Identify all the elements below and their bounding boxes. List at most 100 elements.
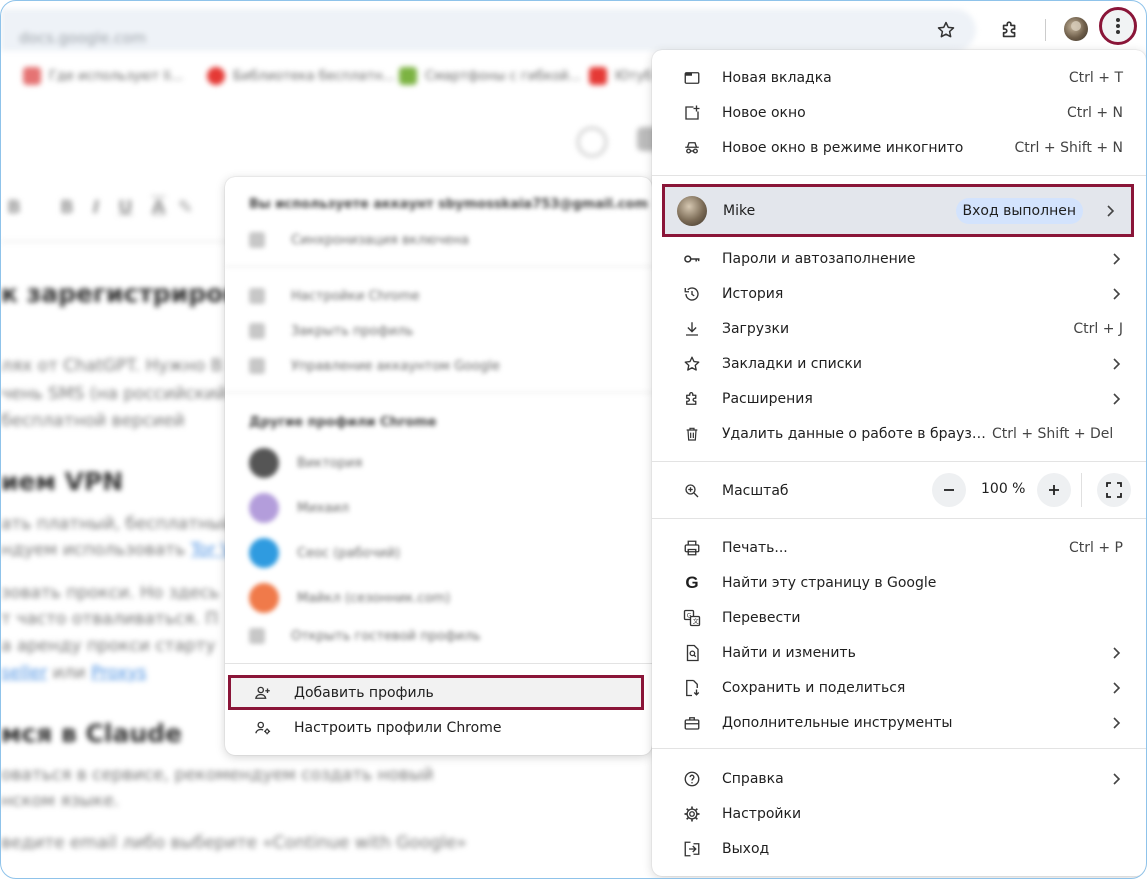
doc-heading: мся в Claude bbox=[1, 719, 182, 748]
passwords-item[interactable]: Пароли и автозаполнение bbox=[652, 241, 1146, 276]
customize-item[interactable]: Настройки Chrome bbox=[249, 288, 420, 304]
google-icon: G bbox=[685, 572, 699, 592]
doc-text: а аренду прокси старту bbox=[1, 636, 216, 656]
extensions-item[interactable]: Расширения bbox=[652, 381, 1146, 416]
new-window-item[interactable]: Новое окно Ctrl + N bbox=[652, 95, 1146, 130]
print-icon bbox=[682, 539, 702, 557]
add-profile-label: Добавить профиль bbox=[294, 684, 434, 701]
other-profile-item[interactable]: Майкл (сезонник.com) bbox=[249, 583, 450, 613]
manage-profiles-button[interactable]: Настроить профили Chrome bbox=[225, 710, 652, 745]
incognito-item[interactable]: Новое окно в режиме инкогнито Ctrl + Shi… bbox=[652, 130, 1146, 165]
exit-icon bbox=[682, 840, 702, 858]
separator bbox=[652, 175, 1146, 176]
zoom-out-button[interactable] bbox=[932, 473, 966, 507]
doc-text: оваться в сервисе, рекомендуем создать н… bbox=[1, 765, 434, 785]
history-item[interactable]: История bbox=[652, 276, 1146, 311]
profile-submenu: Вы используете аккаунт sbymosskaia753@gm… bbox=[225, 177, 652, 755]
avatar bbox=[249, 538, 279, 568]
exit-item[interactable]: Выход bbox=[652, 831, 1146, 866]
chrome-menu-button[interactable] bbox=[1099, 7, 1137, 45]
zoom-icon bbox=[682, 482, 702, 500]
other-profile-item[interactable]: Михаил bbox=[249, 493, 349, 523]
bookmark-item[interactable]: Библиотека бесплатн... bbox=[207, 65, 395, 87]
bookmarks-item[interactable]: Закладки и списки bbox=[652, 346, 1146, 381]
format-bar: B B I U A ✎ bbox=[1, 197, 194, 218]
print-item[interactable]: Печать... Ctrl + P bbox=[652, 530, 1146, 565]
chrome-main-menu: Новая вкладка Ctrl + T Новое окно Ctrl +… bbox=[652, 50, 1146, 876]
history-icon[interactable] bbox=[577, 127, 607, 157]
doc-text: ать платный, бесплатный bbox=[1, 514, 234, 534]
bookmark-item[interactable]: Где используют Ii... bbox=[23, 65, 183, 87]
svg-text:G: G bbox=[687, 612, 692, 619]
translate-item[interactable]: G文 Перевести bbox=[652, 600, 1146, 635]
chevron-right-icon bbox=[1111, 357, 1121, 370]
downloads-item[interactable]: Загрузки Ctrl + J bbox=[652, 311, 1146, 346]
bookmark-item[interactable]: Смартфоны с гибкой... bbox=[399, 65, 581, 87]
extensions-icon[interactable] bbox=[996, 16, 1024, 44]
separator bbox=[652, 461, 1146, 462]
google-search-item[interactable]: G Найти эту страницу в Google bbox=[652, 565, 1146, 600]
zoom-value: 100 % bbox=[981, 481, 1026, 497]
sync-icon bbox=[249, 232, 265, 248]
trash-icon bbox=[682, 425, 702, 443]
doc-heading: ием VPN bbox=[1, 467, 124, 496]
settings-item[interactable]: Настройки bbox=[652, 796, 1146, 831]
new-tab-item[interactable]: Новая вкладка Ctrl + T bbox=[652, 60, 1146, 95]
manage-account-item[interactable]: Управление аккаунтом Google bbox=[249, 358, 500, 374]
incognito-icon bbox=[682, 139, 702, 157]
profile-row[interactable]: Mike Вход выполнен bbox=[662, 184, 1134, 237]
chevron-right-icon bbox=[1111, 646, 1121, 659]
separator bbox=[225, 663, 652, 664]
chevron-right-icon bbox=[1111, 681, 1121, 694]
download-icon bbox=[682, 320, 702, 338]
doc-text: seller или Proxys bbox=[1, 663, 147, 683]
address-bar[interactable]: docs.google.com bbox=[1, 9, 976, 51]
profile-submenu-blurred: Вы используете аккаунт sbymosskaia753@gm… bbox=[225, 177, 652, 660]
find-edit-item[interactable]: Найти и изменить bbox=[652, 635, 1146, 670]
doc-text: ндуем использовать Tor V bbox=[1, 540, 233, 560]
clear-data-item[interactable]: Удалить данные о работе в браузере... Ct… bbox=[652, 416, 1146, 451]
minus-icon bbox=[944, 489, 954, 491]
new-window-icon bbox=[682, 104, 702, 122]
google-icon bbox=[249, 358, 265, 374]
more-tools-item[interactable]: Дополнительные инструменты bbox=[652, 705, 1146, 740]
other-profiles-title: Другие профили Chrome bbox=[249, 415, 437, 430]
avatar bbox=[249, 448, 279, 478]
save-share-item[interactable]: Сохранить и поделиться bbox=[652, 670, 1146, 705]
zoom-in-button[interactable] bbox=[1037, 473, 1071, 507]
toolbar-divider bbox=[1045, 19, 1046, 41]
fullscreen-button[interactable] bbox=[1097, 473, 1131, 507]
other-profile-item[interactable]: Виктория bbox=[249, 448, 362, 478]
avatar bbox=[249, 583, 279, 613]
guest-profile-item[interactable]: Открыть гостевой профиль bbox=[249, 628, 480, 644]
separator bbox=[225, 392, 652, 393]
address-text: docs.google.com bbox=[19, 29, 147, 47]
profile-avatar-icon[interactable] bbox=[1064, 17, 1088, 41]
sync-item[interactable]: Синхронизация включена bbox=[249, 232, 469, 248]
signed-in-text: Вы используете аккаунт sbymosskaia753@gm… bbox=[249, 197, 649, 212]
bookmark-item[interactable]: Ютуб bbox=[589, 65, 652, 87]
add-profile-button[interactable]: Добавить профиль bbox=[225, 675, 652, 710]
add-person-icon bbox=[253, 684, 273, 702]
help-icon bbox=[682, 770, 702, 788]
new-tab-icon bbox=[682, 69, 702, 87]
other-profile-item[interactable]: Сеос (рабочий) bbox=[249, 538, 400, 568]
toolbox-icon bbox=[682, 714, 702, 732]
manage-profiles-label: Настроить профили Chrome bbox=[294, 719, 502, 736]
chevron-right-icon bbox=[1105, 204, 1115, 217]
help-item[interactable]: Справка bbox=[652, 761, 1146, 796]
puzzle-icon bbox=[682, 390, 702, 408]
avatar bbox=[677, 195, 707, 226]
doc-text: ведите email либо выберите «Continue wit… bbox=[1, 833, 467, 853]
history-icon bbox=[682, 285, 702, 303]
chevron-right-icon bbox=[1111, 252, 1121, 265]
chevron-right-icon bbox=[1111, 716, 1121, 729]
doc-text: нском языке. bbox=[1, 791, 120, 811]
zoom-divider bbox=[1081, 473, 1082, 507]
pencil-icon bbox=[249, 288, 265, 304]
plus-icon bbox=[1049, 485, 1059, 495]
close-profile-item[interactable]: Закрыть профиль bbox=[249, 323, 413, 339]
close-icon bbox=[249, 323, 265, 339]
bookmark-star-icon[interactable] bbox=[933, 17, 959, 43]
doc-text: зовать прокси. Но здесь bbox=[1, 583, 220, 603]
